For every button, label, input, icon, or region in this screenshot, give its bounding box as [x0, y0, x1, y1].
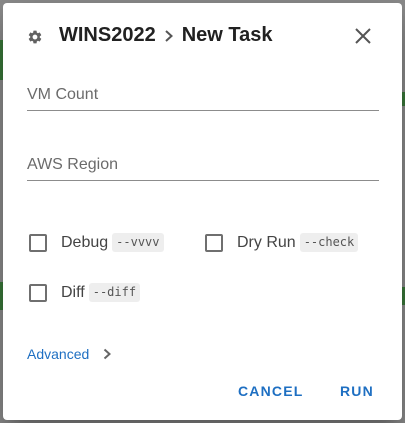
gear-icon: [28, 30, 42, 44]
advanced-label[interactable]: Advanced: [27, 346, 89, 362]
checkbox-box[interactable]: [29, 283, 47, 302]
vm-count-field[interactable]: [27, 73, 379, 113]
chevron-right-icon: [165, 29, 173, 42]
close-icon[interactable]: [354, 27, 372, 45]
vm-count-input[interactable]: [27, 73, 379, 111]
new-task-dialog: WINS2022 New Task Debug --vvvv Dry Run -…: [3, 3, 402, 420]
advanced-toggle[interactable]: Advanced: [27, 346, 113, 362]
chevron-right-icon[interactable]: [101, 347, 113, 361]
dialog-header: WINS2022 New Task: [3, 3, 402, 69]
run-button[interactable]: RUN: [340, 383, 374, 399]
dry-run-label: Dry Run: [237, 233, 296, 251]
debug-label: Debug: [61, 233, 109, 251]
page-title: New Task: [181, 24, 273, 46]
dialog-title: WINS2022 New Task: [59, 24, 273, 47]
dry-run-checkbox[interactable]: Dry Run --check: [205, 233, 359, 252]
debug-flag: --vvvv: [112, 233, 164, 252]
aws-region-input[interactable]: [27, 143, 379, 181]
checkbox-box[interactable]: [205, 233, 223, 252]
diff-flag: --diff: [88, 283, 141, 302]
aws-region-field[interactable]: [27, 143, 379, 183]
diff-label: Diff: [61, 283, 85, 301]
diff-checkbox[interactable]: Diff --diff: [29, 283, 141, 302]
dry-run-flag: --check: [299, 233, 359, 252]
debug-checkbox[interactable]: Debug --vvvv: [29, 233, 164, 252]
cancel-button[interactable]: CANCEL: [238, 383, 304, 399]
breadcrumb-parent[interactable]: WINS2022: [59, 24, 156, 47]
checkbox-box[interactable]: [29, 233, 47, 252]
